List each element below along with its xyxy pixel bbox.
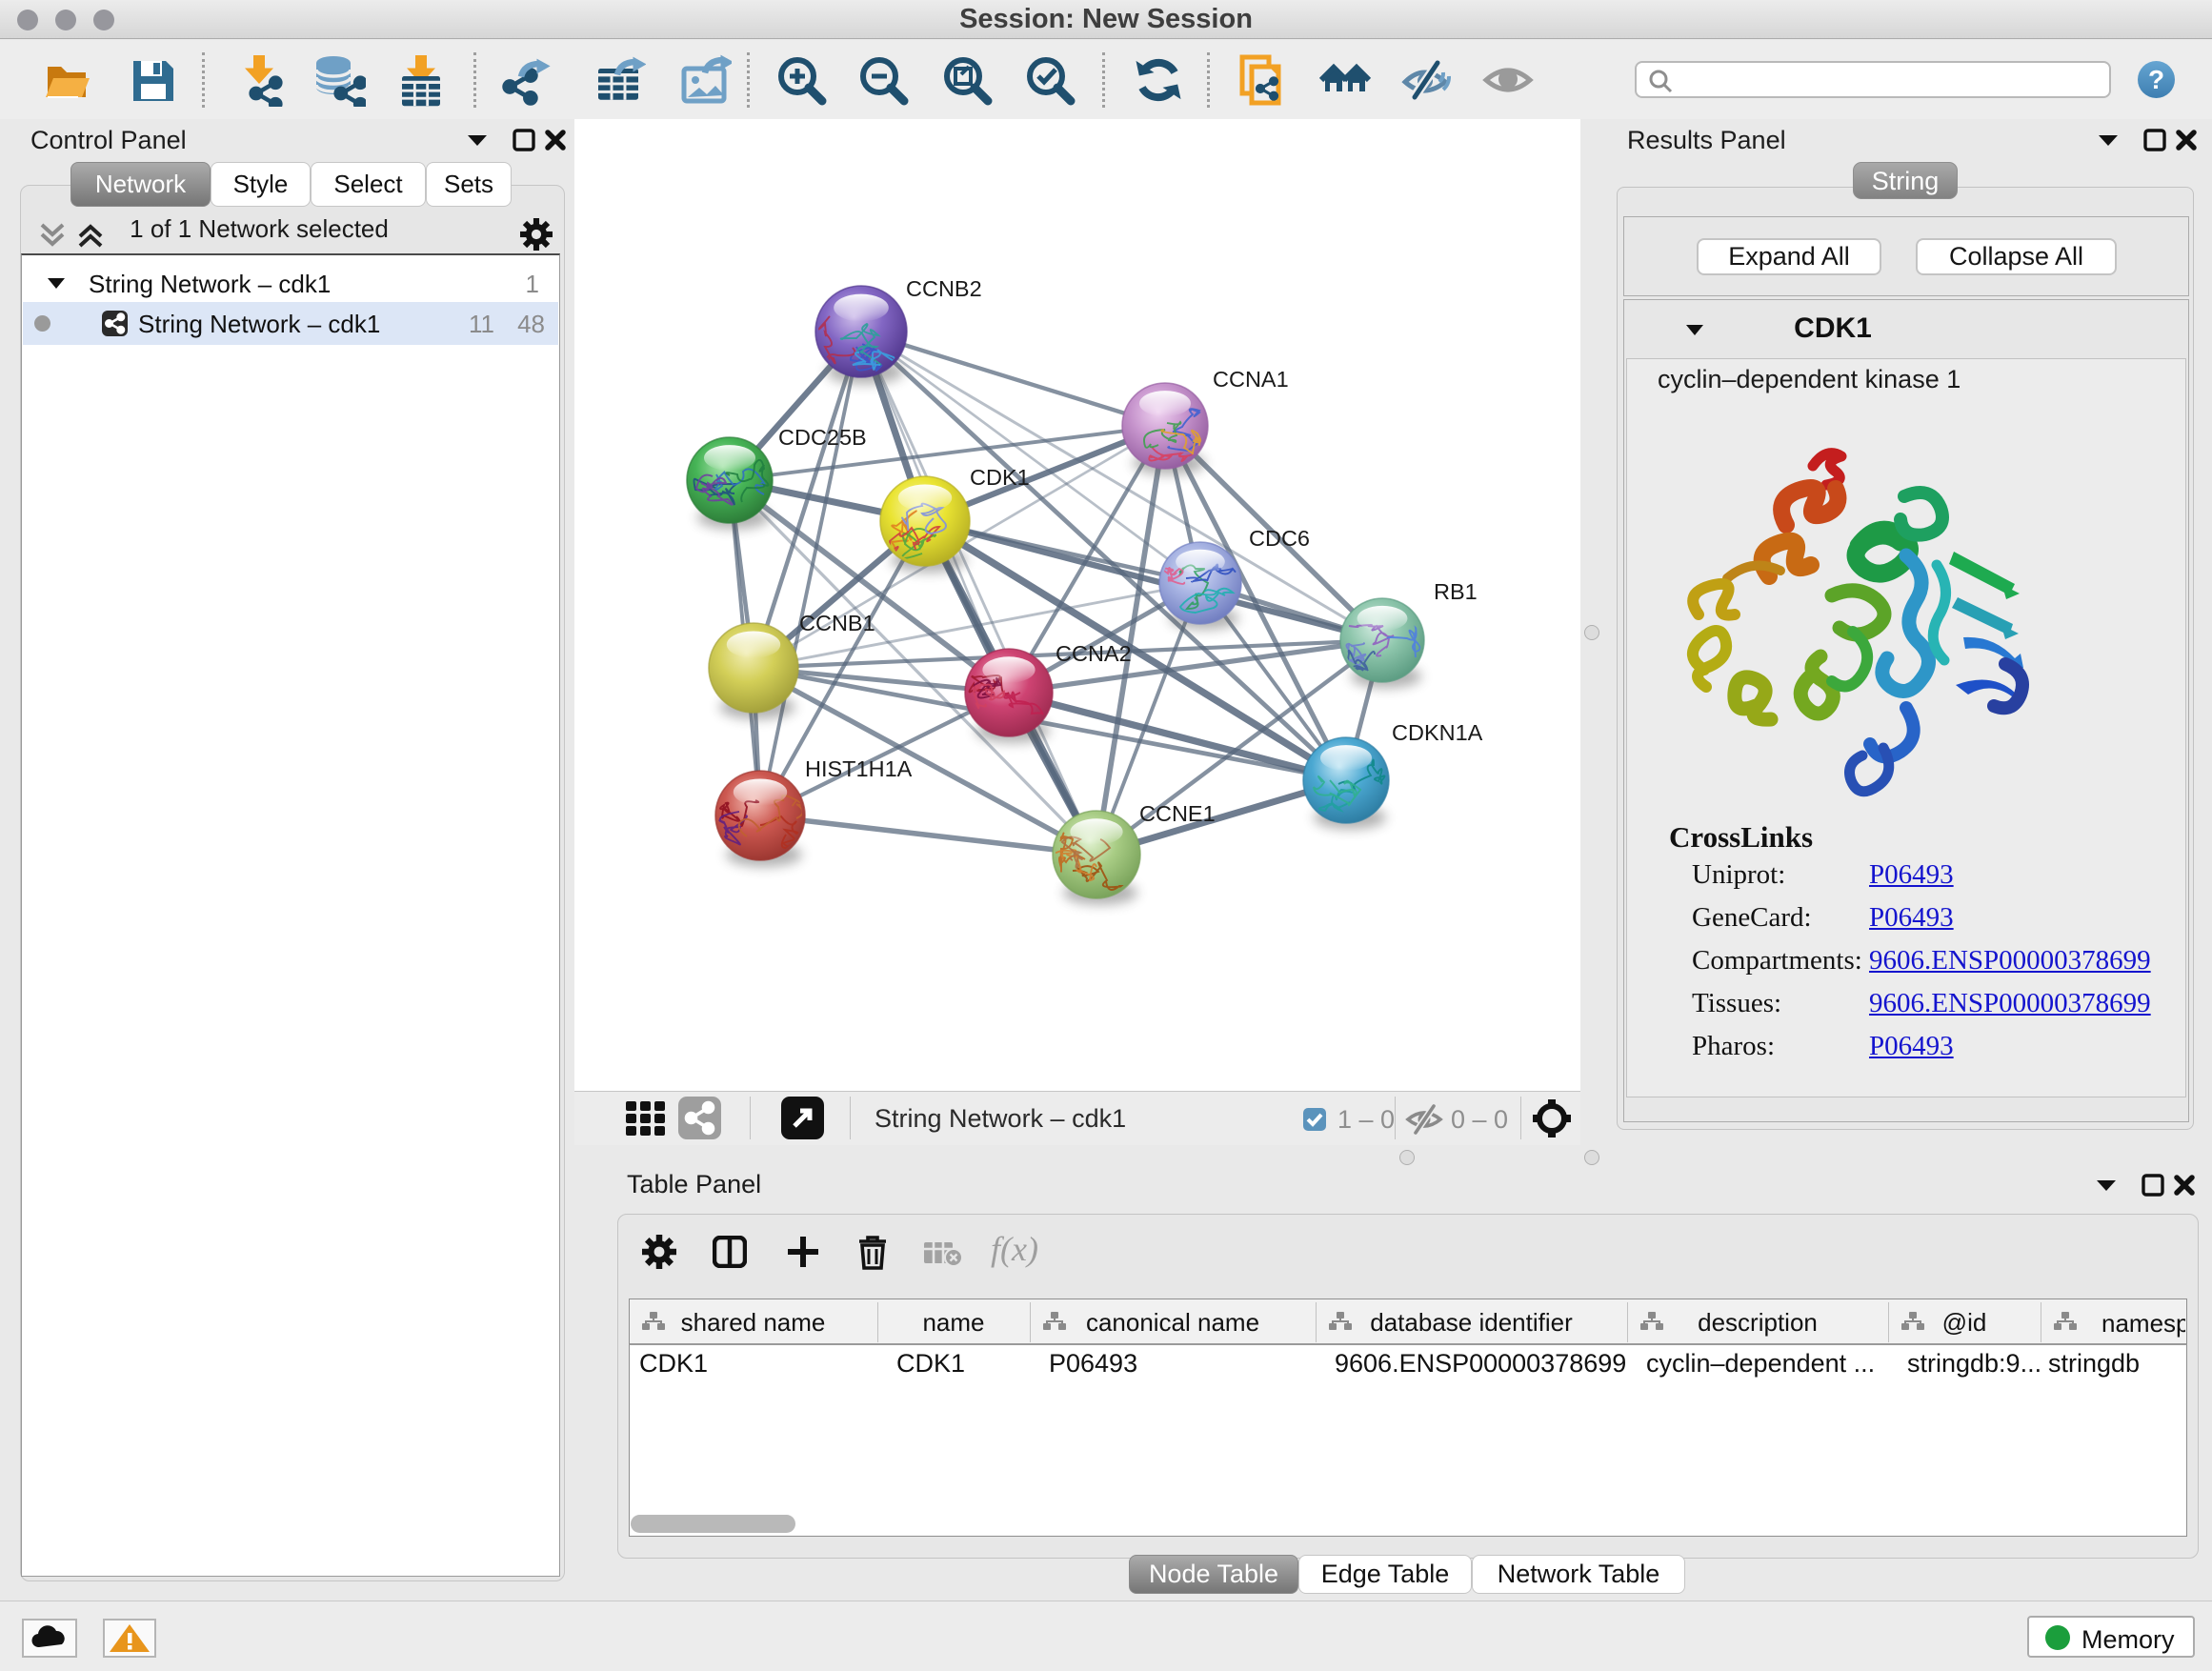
svg-text:CDC6: CDC6 [1249, 526, 1310, 551]
svg-text:CDK1: CDK1 [970, 465, 1030, 490]
svg-text:CDKN1A: CDKN1A [1392, 720, 1483, 745]
svg-text:CCNB1: CCNB1 [799, 611, 875, 635]
svg-text:CCNA1: CCNA1 [1213, 367, 1289, 392]
svg-text:RB1: RB1 [1434, 579, 1478, 604]
svg-text:CCNA2: CCNA2 [1056, 641, 1132, 666]
svg-text:CCNE1: CCNE1 [1139, 801, 1216, 826]
svg-text:CCNB2: CCNB2 [906, 276, 982, 301]
svg-text:HIST1H1A: HIST1H1A [805, 756, 913, 781]
svg-text:CDC25B: CDC25B [778, 425, 867, 450]
